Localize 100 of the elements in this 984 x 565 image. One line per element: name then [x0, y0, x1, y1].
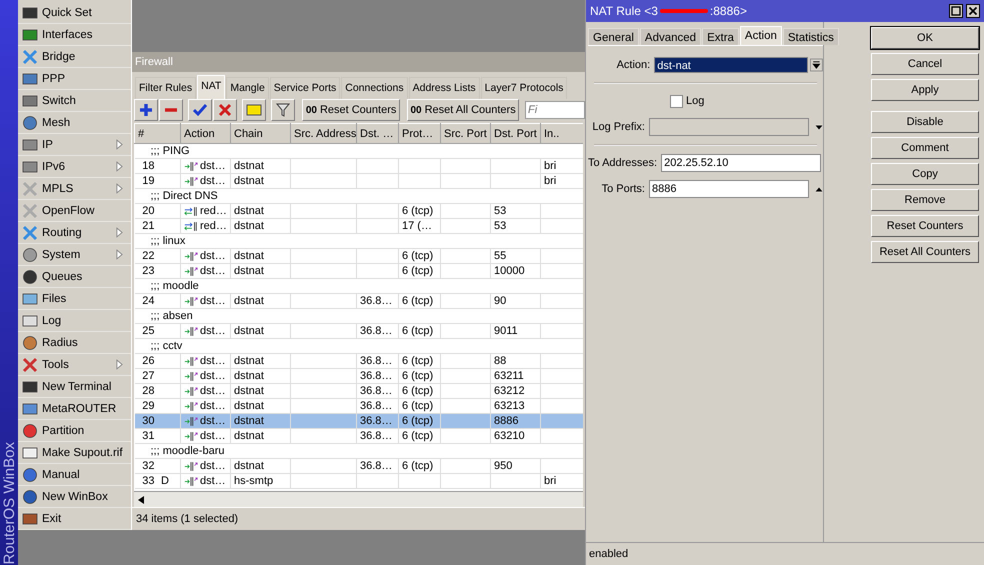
menu-item[interactable]: OpenFlow — [18, 200, 131, 222]
menu-item[interactable]: MetaROUTER — [18, 398, 131, 420]
menu-item[interactable]: Routing — [18, 222, 131, 244]
tab[interactable]: Connections — [341, 77, 408, 99]
dialog-button[interactable]: Copy — [871, 163, 979, 185]
tab[interactable]: NAT — [197, 75, 226, 99]
menu-item[interactable]: Switch — [18, 90, 131, 112]
menu-item[interactable]: Partition — [18, 420, 131, 442]
table-cell: dstnat — [234, 370, 264, 382]
column-header[interactable]: Action — [180, 124, 230, 144]
brand-label: RouterOS WinBox — [0, 441, 18, 565]
log-checkbox[interactable]: Log — [670, 94, 704, 108]
menu-item[interactable]: PPP — [18, 68, 131, 90]
table-cell: dstnat — [234, 400, 264, 412]
table-cell: dstnat — [234, 325, 264, 337]
table-cell: 6 (tcp) — [402, 250, 434, 262]
table-cell-text: 21 — [141, 219, 154, 232]
table-cell: 63212 — [494, 385, 525, 397]
column-header[interactable]: Src. Port — [440, 124, 490, 144]
table-cell: dstnat — [234, 160, 264, 172]
column-header[interactable]: Dst. … — [356, 124, 398, 144]
menu-item[interactable]: Radius — [18, 332, 131, 354]
dialog-button[interactable]: Apply — [871, 79, 979, 101]
reset-counters-button[interactable]: 00 Reset Counters — [302, 99, 400, 121]
table-cell: dstnat — [234, 205, 264, 217]
menu-item[interactable]: Tools — [18, 354, 131, 376]
comment-row: ;;; Direct DNS — [150, 190, 218, 202]
menu-item[interactable]: Exit — [18, 508, 131, 530]
tab[interactable]: Statistics — [782, 28, 839, 45]
tab[interactable]: Filter Rules — [135, 77, 196, 99]
menu-item[interactable]: Make Supout.rif — [18, 442, 131, 464]
tab[interactable]: Advanced — [640, 28, 702, 45]
dialog-button[interactable]: Disable — [871, 111, 979, 133]
table-cell: 9011 — [494, 325, 518, 337]
menu-item[interactable]: New Terminal — [18, 376, 131, 398]
dialog-button[interactable]: Remove — [871, 189, 979, 211]
tab[interactable]: Mangle — [226, 77, 269, 99]
column-header[interactable]: # — [134, 124, 180, 144]
menu-item[interactable]: Bridge — [18, 46, 131, 68]
to-addresses-field[interactable]: 202.25.52.10 — [661, 154, 822, 172]
tab[interactable]: Layer7 Protocols — [480, 77, 568, 99]
menu-item[interactable]: System — [18, 244, 131, 266]
find-field[interactable]: Fi — [525, 101, 585, 119]
tab[interactable]: Action — [740, 26, 782, 45]
reset-counters-button[interactable]: 00 Reset All Counters — [407, 99, 519, 121]
tab[interactable]: Service Ports — [270, 77, 340, 99]
dialog-button[interactable]: Reset Counters — [871, 215, 979, 237]
menu-item[interactable]: Files — [18, 288, 131, 310]
table-cell-text: 19 — [141, 174, 154, 188]
column-header[interactable]: Src. Address — [290, 124, 356, 144]
table-cell: 6 (tcp) — [402, 430, 434, 442]
table-cell: 53 — [494, 220, 506, 232]
dialog-button[interactable]: OK — [871, 27, 979, 49]
table-cell: 36.8… — [360, 325, 392, 337]
tab[interactable]: Address Lists — [408, 77, 480, 99]
menu-item[interactable]: Queues — [18, 266, 131, 288]
table-cell-text: 30 — [141, 414, 154, 428]
menu-item[interactable]: Quick Set — [18, 2, 131, 24]
column-header[interactable]: Chain — [230, 124, 290, 144]
action-select[interactable]: dst-nat — [654, 57, 808, 73]
table-cell: dstnat — [234, 355, 264, 367]
table-cell-text: 27 — [141, 369, 154, 382]
table-cell-text: 23 — [141, 264, 154, 278]
table-cell: dst… — [200, 399, 226, 412]
menu-item[interactable]: IPv6 — [18, 156, 131, 178]
column-header[interactable]: In.. — [540, 124, 583, 144]
tab[interactable]: General — [588, 28, 639, 45]
table-cell: dst… — [200, 324, 226, 338]
column-header[interactable]: Dst. Port — [490, 124, 540, 144]
table-cell-text: 28 — [141, 384, 154, 398]
menu-item[interactable]: New WinBox — [18, 486, 131, 508]
table-cell: dstnat — [234, 460, 264, 472]
table-cell: bri — [544, 160, 556, 172]
table-cell: dstnat — [234, 430, 264, 442]
table-cell-text: 32 — [141, 459, 154, 472]
dialog-button[interactable]: Comment — [871, 137, 979, 159]
table-cell: dst… — [200, 354, 226, 368]
table-cell-text: 20 — [141, 204, 154, 218]
menu-item[interactable]: Log — [18, 310, 131, 332]
table-cell: 10000 — [494, 265, 525, 277]
comment-row: ;;; moodle-baru — [150, 445, 224, 457]
menu-item[interactable]: Mesh — [18, 112, 131, 134]
menu-item[interactable]: Interfaces — [18, 24, 131, 46]
dialog-button[interactable]: Reset All Counters — [871, 241, 979, 263]
field-label: Action: — [616, 59, 650, 71]
tab[interactable]: Extra — [702, 28, 739, 45]
menu-item[interactable]: MPLS — [18, 178, 131, 200]
column-header[interactable]: Prot… — [398, 124, 440, 144]
table-cell: bri — [544, 175, 556, 187]
table-cell: red… — [200, 219, 227, 232]
to-ports-field[interactable]: 8886 — [648, 180, 809, 198]
dialog-button[interactable]: Cancel — [871, 53, 979, 75]
table-cell: dst… — [200, 264, 226, 278]
table-cell: dst… — [200, 294, 226, 308]
table-cell: dstnat — [234, 295, 264, 307]
menu-item[interactable]: IP — [18, 134, 131, 156]
table-cell: 36.8… — [360, 415, 392, 427]
comment-row: ;;; cctv — [150, 340, 182, 352]
table-cell: 53 — [494, 205, 506, 217]
menu-item[interactable]: Manual — [18, 464, 131, 486]
